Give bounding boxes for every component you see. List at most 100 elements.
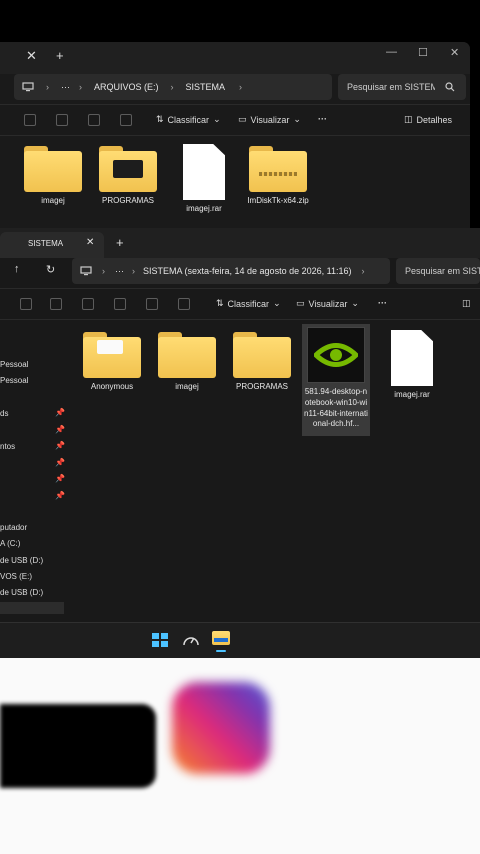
file-name: imagej (41, 196, 65, 205)
delete-icon[interactable] (120, 114, 132, 126)
more-options-button[interactable]: ··· (378, 298, 387, 308)
details-button[interactable]: ◫ Detalhes (404, 114, 452, 125)
nav-item[interactable]: Pessoal (0, 376, 28, 385)
file-item-folder[interactable]: imagej (17, 146, 89, 207)
sort-button[interactable]: ⇅ Classificar ⌄ (156, 114, 221, 125)
tab-active[interactable]: SISTEMA ✕ (0, 232, 104, 258)
nav-item-this-pc[interactable]: putador (0, 523, 27, 532)
minimize-button[interactable]: — (386, 46, 397, 58)
address-bar[interactable]: › ··· › ARQUIVOS (E:) › SISTEMA › (14, 74, 332, 100)
start-icon[interactable] (152, 633, 168, 647)
file-name: imagej (175, 382, 199, 391)
zip-folder-icon (249, 146, 307, 192)
chevron-right-icon: › (361, 266, 365, 276)
breadcrumb-item[interactable]: ARQUIVOS (E:) (94, 82, 159, 92)
redacted-region (0, 704, 156, 788)
tab-bar: SISTEMA ✕ + (0, 228, 480, 258)
command-bar: ⇅ Classificar ⌄ ▭ Visualizar ⌄ ··· ◫ Detalhes (0, 104, 470, 136)
view-button[interactable]: ▭ Visualizar ⌄ (238, 114, 301, 125)
refresh-icon[interactable]: ↻ (46, 263, 55, 276)
file-item-document[interactable]: imagej.rar (168, 144, 240, 215)
search-placeholder: Pesquisar em SISTEMA (405, 266, 480, 276)
delete-icon[interactable] (178, 298, 190, 310)
file-item-folder[interactable]: PROGRAMAS (92, 146, 164, 207)
rename-icon[interactable] (56, 114, 68, 126)
details-label: Detalhes (416, 114, 453, 125)
file-item-folder[interactable]: Anonymous (76, 332, 148, 393)
chevron-down-icon: ⌄ (351, 298, 359, 308)
nav-scrollbar[interactable] (0, 602, 64, 614)
view-label: Visualizar (250, 114, 290, 125)
new-tab-button[interactable]: + (116, 235, 124, 250)
copy-icon[interactable] (50, 298, 62, 310)
cut-icon[interactable] (20, 298, 32, 310)
nav-item[interactable]: Pessoal (0, 360, 28, 369)
file-item-folder[interactable]: PROGRAMAS (226, 332, 298, 393)
file-item-document[interactable]: imagej.rar (376, 330, 448, 401)
document-icon (391, 330, 433, 386)
search-input[interactable]: Pesquisar em SISTEMA (338, 74, 466, 100)
breadcrumb-item[interactable]: SISTEMA (186, 82, 226, 92)
pin-icon: 📌 (55, 458, 65, 467)
details-pane-icon[interactable]: ◫ (462, 298, 471, 309)
search-input[interactable]: Pesquisar em SISTEMA (396, 258, 480, 284)
sort-label: Classificar (167, 114, 210, 125)
nav-item-drive[interactable]: de USB (D:) (0, 588, 43, 597)
file-explorer-icon[interactable] (212, 631, 230, 652)
share-icon[interactable] (88, 114, 100, 126)
new-tab-button[interactable]: + (56, 48, 64, 63)
file-name: 581.94-desktop-notebook-win10-win11-64bi… (304, 387, 368, 429)
sort-label: Classificar (227, 298, 270, 309)
breadcrumb-more[interactable]: ··· (61, 82, 70, 92)
view-icon: ▭ (238, 114, 247, 124)
paste-icon[interactable] (82, 298, 94, 310)
chevron-down-icon: ⌄ (213, 114, 221, 124)
search-icon (445, 82, 455, 92)
file-explorer-window-front: SISTEMA ✕ + ↑ ↻ › ··· › SISTEMA (sexta-f… (0, 228, 480, 622)
navigation-pane: Pessoal Pessoal ds 📌 ntos 📌 📌 📌 📌 📌 puta… (0, 328, 66, 622)
document-icon (183, 144, 225, 200)
folder-icon (99, 146, 157, 192)
sort-button[interactable]: ⇅ Classificar ⌄ (216, 298, 281, 309)
maximize-button[interactable]: ☐ (418, 46, 428, 59)
taskbar (0, 622, 480, 658)
folder-icon (233, 332, 291, 378)
view-button[interactable]: ▭ Visualizar ⌄ (296, 298, 359, 309)
pin-icon: 📌 (55, 425, 65, 434)
pin-icon: 📌 (55, 474, 65, 483)
more-options-button[interactable]: ··· (318, 114, 327, 124)
folder-icon (83, 332, 141, 378)
tab-close-button[interactable]: ✕ (26, 48, 37, 64)
details-pane-icon: ◫ (404, 114, 413, 124)
nav-item[interactable]: ds (0, 409, 8, 418)
copy-icon[interactable] (24, 114, 36, 126)
breadcrumb-more[interactable]: ··· (115, 266, 124, 276)
arrow-up-icon[interactable]: ↑ (14, 263, 20, 275)
view-icon: ▭ (296, 298, 305, 308)
nav-item-drive[interactable]: A (C:) (0, 539, 20, 548)
breadcrumb-current[interactable]: SISTEMA (sexta-feira, 14 de agosto de 20… (143, 266, 351, 276)
pin-icon: 📌 (55, 441, 65, 450)
tab-close-button[interactable]: ✕ (86, 237, 94, 248)
tab-bar: ✕ + — ☐ ✕ (0, 42, 470, 74)
monitor-icon (22, 82, 34, 92)
file-item-folder[interactable]: imagej (151, 332, 223, 393)
nav-item[interactable]: ntos (0, 442, 15, 451)
sort-icon: ⇅ (216, 298, 224, 308)
nav-item-drive[interactable]: VOS (E:) (0, 572, 32, 581)
share-icon[interactable] (146, 298, 158, 310)
file-name: PROGRAMAS (235, 382, 288, 391)
app-logo-icon (172, 682, 270, 774)
search-placeholder: Pesquisar em SISTEMA (347, 82, 435, 92)
rename-icon[interactable] (114, 298, 126, 310)
gauge-icon[interactable] (182, 632, 200, 648)
pin-icon: 📌 (55, 408, 65, 417)
tab-title: SISTEMA (28, 239, 64, 248)
nav-item-drive[interactable]: de USB (D:) (0, 556, 43, 565)
file-item-zip[interactable]: ImDiskTk-x64.zip (242, 146, 314, 207)
chevron-right-icon: › (170, 82, 174, 92)
address-bar[interactable]: › ··· › SISTEMA (sexta-feira, 14 de agos… (72, 258, 390, 284)
close-window-button[interactable]: ✕ (450, 46, 459, 59)
sort-icon: ⇅ (156, 114, 164, 124)
file-item-installer-selected[interactable]: 581.94-desktop-notebook-win10-win11-64bi… (302, 324, 370, 436)
